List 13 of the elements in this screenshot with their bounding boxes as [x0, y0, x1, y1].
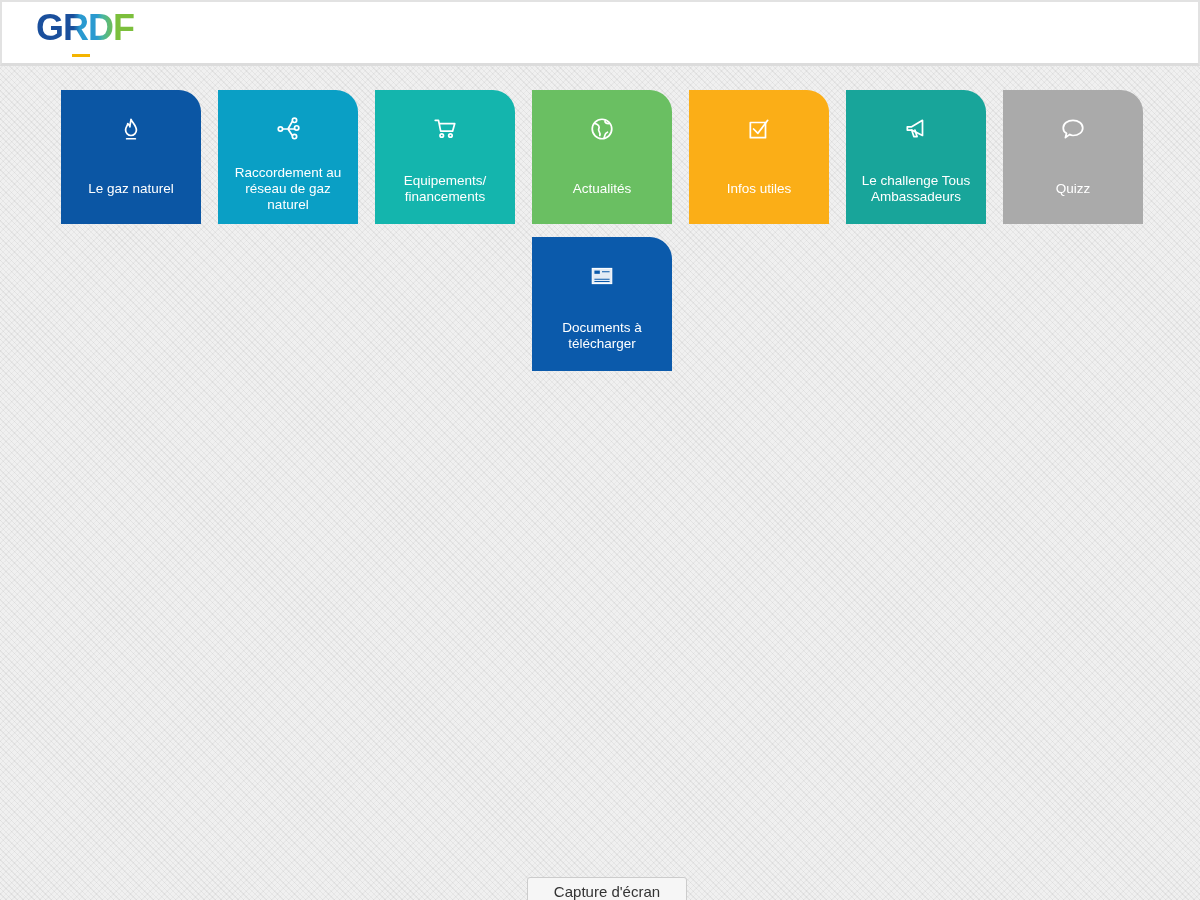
menu-tile[interactable]: Actualités: [532, 90, 672, 224]
checkbox-icon: [746, 116, 772, 142]
menu-tile[interactable]: Le gaz naturel: [61, 90, 201, 224]
globe-icon: [589, 116, 615, 142]
network-icon: [275, 116, 301, 142]
menu-tile[interactable]: Infos utiles: [689, 90, 829, 224]
menu-tile[interactable]: Quizz: [1003, 90, 1143, 224]
menu-tile[interactable]: Le challenge Tous Ambassadeurs: [846, 90, 986, 224]
menu-tile[interactable]: Documents à télécharger: [532, 237, 672, 371]
tooltip: Capture d'écran: [527, 877, 687, 900]
menu-tile[interactable]: Equipements/ financements: [375, 90, 515, 224]
logo-underline: [72, 54, 90, 57]
menu-tile[interactable]: Raccordement au réseau de gaz naturel: [218, 90, 358, 224]
